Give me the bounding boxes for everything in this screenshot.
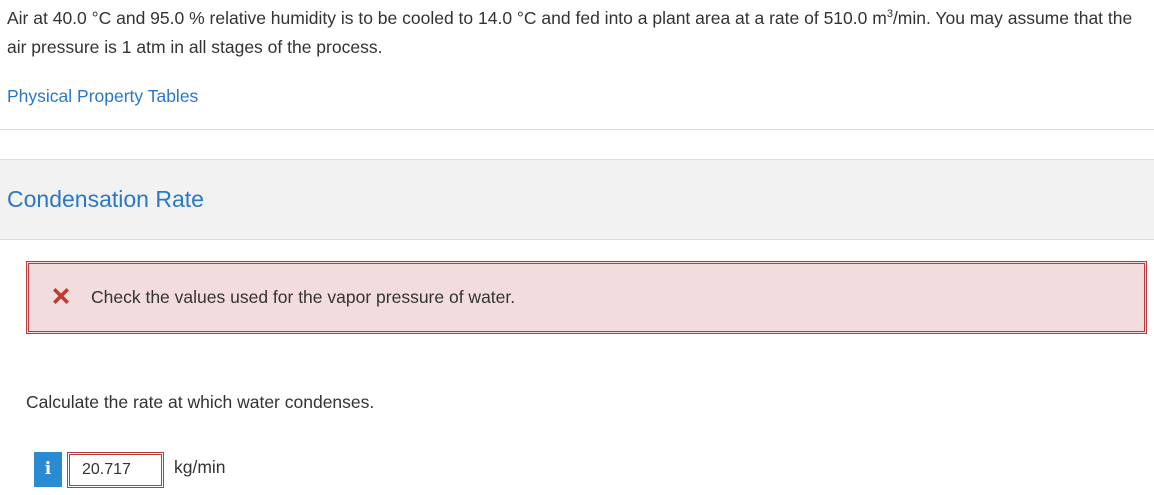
section-title: Condensation Rate	[7, 186, 204, 212]
problem-statement: Air at 40.0 °C and 95.0 % relative humid…	[7, 4, 1137, 62]
error-feedback-box: Check the values used for the vapor pres…	[26, 261, 1147, 334]
physical-property-tables-link[interactable]: Physical Property Tables	[7, 86, 198, 107]
problem-text-part1: Air at 40.0 °C and 95.0 % relative humid…	[7, 8, 887, 28]
divider	[0, 129, 1154, 130]
question-prompt: Calculate the rate at which water conden…	[26, 392, 375, 412]
info-button[interactable]: i	[34, 452, 62, 487]
feedback-message: Check the values used for the vapor pres…	[91, 287, 516, 307]
section-header: Condensation Rate	[0, 159, 1154, 240]
x-mark-icon	[53, 288, 69, 304]
unit-label: kg/min	[174, 457, 226, 477]
answer-input[interactable]	[67, 452, 164, 488]
